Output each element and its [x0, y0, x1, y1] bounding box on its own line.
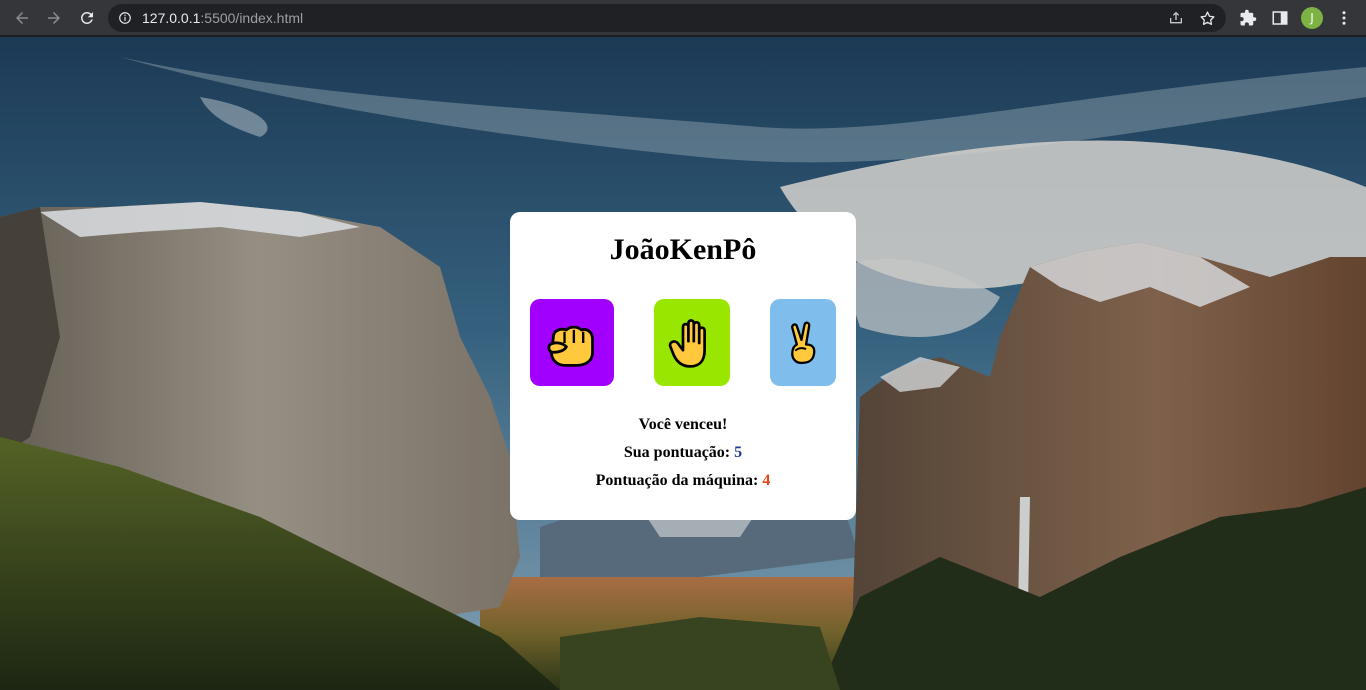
- menu-button[interactable]: [1334, 8, 1354, 28]
- info-icon[interactable]: [118, 11, 132, 25]
- url-host: 127.0.0.1: [142, 10, 201, 26]
- star-icon: [1199, 10, 1215, 25]
- fist-icon: [547, 325, 594, 367]
- extensions-button[interactable]: [1238, 8, 1258, 28]
- back-button[interactable]: [10, 6, 34, 30]
- reload-button[interactable]: [75, 6, 99, 30]
- side-panel-button[interactable]: [1270, 8, 1290, 28]
- machine-score-value: 4: [762, 472, 771, 489]
- url-text: 127.0.0.1:5500/index.html: [142, 10, 303, 26]
- share-icon: [1170, 11, 1182, 24]
- result-message: Você venceu!: [638, 416, 728, 433]
- reload-icon: [80, 11, 93, 24]
- bookmark-button[interactable]: [1198, 9, 1216, 27]
- address-bar[interactable]: 127.0.0.1:5500/index.html: [108, 4, 1226, 32]
- paper-button[interactable]: [654, 299, 730, 386]
- puzzle-icon: [1240, 9, 1257, 26]
- share-button[interactable]: [1167, 9, 1185, 27]
- arrow-right-icon: [48, 12, 60, 24]
- user-score-label: Sua pontuação:: [623, 444, 731, 461]
- raised-hand-icon: [668, 318, 706, 368]
- game-card: JoãoKenPô Você venceu! Sua pontuação: 5: [510, 212, 856, 520]
- forward-button[interactable]: [42, 6, 66, 30]
- user-score-value: 5: [734, 444, 743, 461]
- profile-avatar[interactable]: J: [1301, 7, 1323, 29]
- arrow-left-icon: [16, 12, 28, 24]
- scissors-button[interactable]: [770, 299, 836, 386]
- game-title: JoãoKenPô: [609, 233, 757, 266]
- machine-score-label: Pontuação da máquina:: [595, 472, 759, 489]
- page-viewport: JoãoKenPô Você venceu! Sua pontuação: 5: [0, 37, 1366, 690]
- browser-toolbar: 127.0.0.1:5500/index.html J: [0, 0, 1366, 36]
- side-panel-icon: [1272, 11, 1288, 25]
- url-path: :5500/index.html: [200, 10, 304, 26]
- rock-button[interactable]: [530, 299, 614, 386]
- victory-hand-icon: [791, 321, 816, 364]
- user-score-line: Sua pontuação: 5: [510, 443, 856, 463]
- more-vert-icon: [1342, 11, 1346, 25]
- machine-score-line: Pontuação da máquina: 4: [510, 471, 856, 491]
